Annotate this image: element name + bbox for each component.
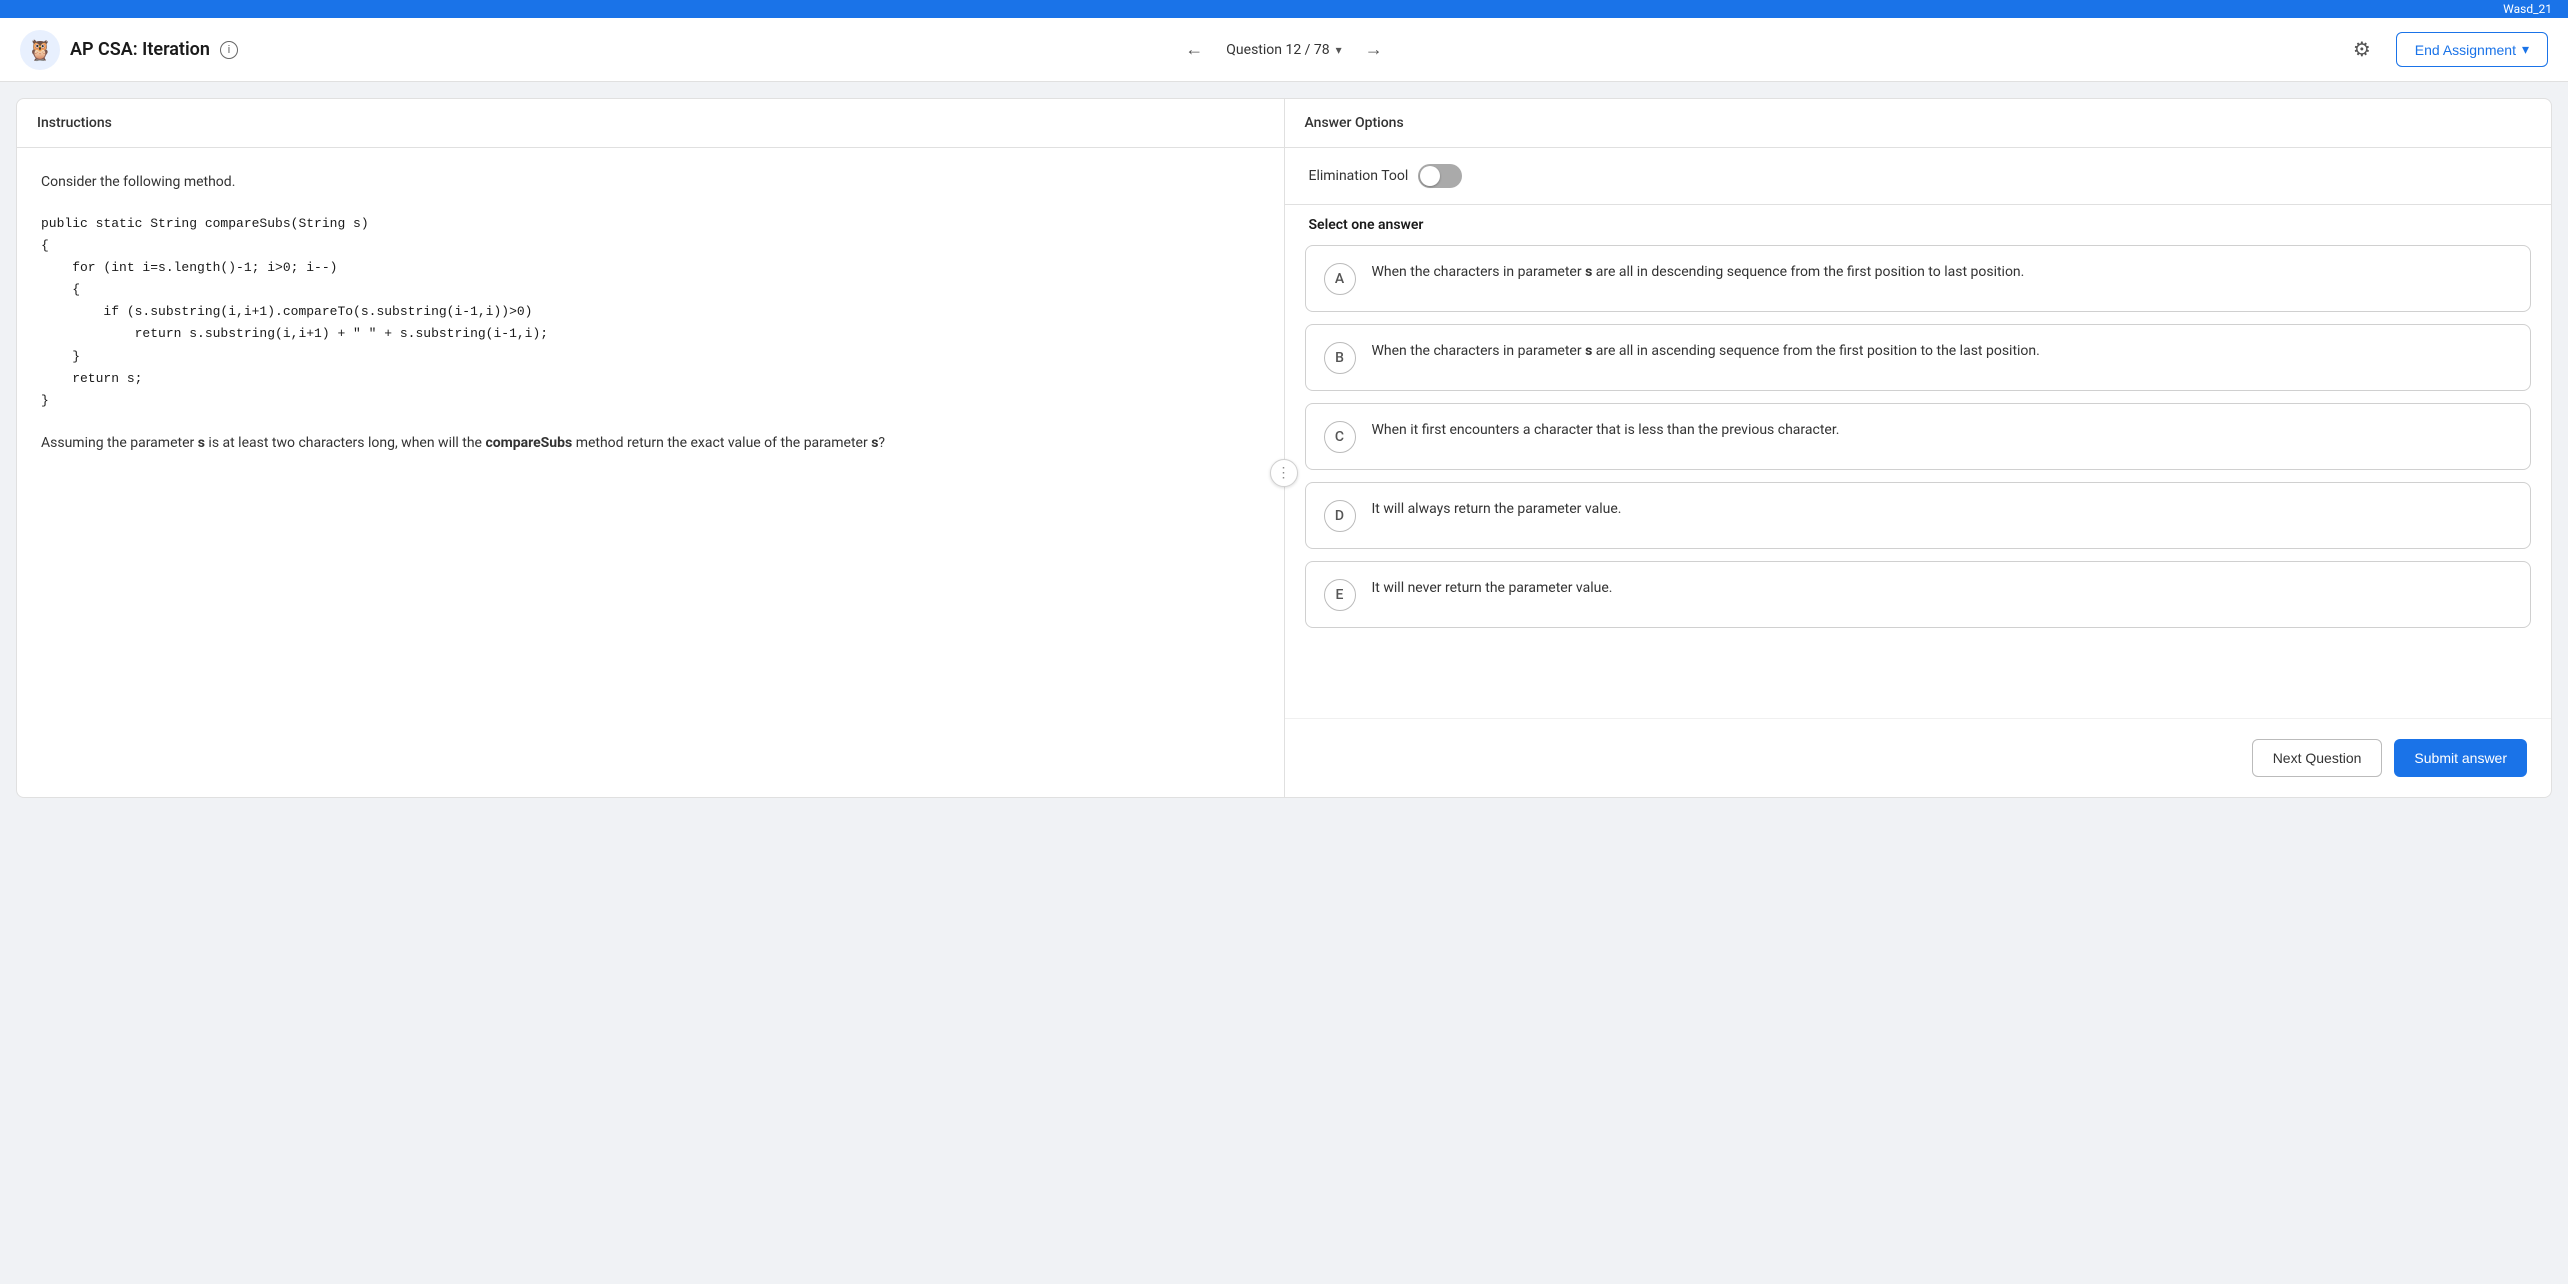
answer-option-b[interactable]: B When the characters in parameter s are… [1305,324,2532,391]
gear-icon: ⚙ [2353,37,2371,62]
answer-letter-a: A [1324,263,1356,295]
header: 🦉 AP CSA: Iteration i ← Question 12 / 78… [0,18,2568,82]
answer-text-d: It will always return the parameter valu… [1372,499,1622,520]
header-left: 🦉 AP CSA: Iteration i [20,30,238,70]
settings-button[interactable]: ⚙ [2344,32,2380,68]
answer-option-e[interactable]: E It will never return the parameter val… [1305,561,2532,628]
answer-text-c: When it first encounters a character tha… [1372,420,1840,441]
main-content: Instructions Consider the following meth… [0,82,2568,814]
page-title: AP CSA: Iteration [70,39,210,60]
end-assignment-button[interactable]: End Assignment ▾ [2396,32,2548,67]
answer-option-c[interactable]: C When it first encounters a character t… [1305,403,2532,470]
left-panel: Instructions Consider the following meth… [17,99,1285,797]
next-question-button[interactable]: → [1358,34,1390,66]
answer-text-e: It will never return the parameter value… [1372,578,1613,599]
answer-option-d[interactable]: D It will always return the parameter va… [1305,482,2532,549]
question-nav[interactable]: Question 12 / 78 ▾ [1226,42,1341,58]
question-text: Assuming the parameter s is at least two… [41,432,1260,454]
username-bar: Wasd_21 [0,0,2568,18]
answer-footer: Next Question Submit answer [1285,718,2552,797]
submit-answer-button[interactable]: Submit answer [2394,739,2527,777]
answer-letter-e: E [1324,579,1356,611]
toggle-thumb [1420,166,1440,186]
logo-avatar: 🦉 [20,30,60,70]
answer-letter-c: C [1324,421,1356,453]
elimination-tool-label: Elimination Tool [1309,168,1409,184]
content-card: Instructions Consider the following meth… [16,98,2552,798]
intro-text: Consider the following method. [41,172,1260,193]
instructions-header: Instructions [17,99,1284,148]
elimination-tool-row: Elimination Tool [1285,148,2552,205]
answer-text-a: When the characters in parameter s are a… [1372,262,2025,283]
answer-option-a[interactable]: A When the characters in parameter s are… [1305,245,2532,312]
answer-letter-d: D [1324,500,1356,532]
answer-letter-b: B [1324,342,1356,374]
info-icon[interactable]: i [220,41,238,59]
answers-list: A When the characters in parameter s are… [1285,245,2552,710]
next-question-button-footer[interactable]: Next Question [2252,739,2383,777]
answer-options-header: Answer Options [1285,99,2552,148]
chevron-down-icon: ▾ [1336,43,1342,57]
answer-text-b: When the characters in parameter s are a… [1372,341,2040,362]
code-block: public static String compareSubs(String … [41,213,1260,412]
username-text: Wasd_21 [2503,2,2552,16]
select-one-label: Select one answer [1285,205,2552,245]
panel-resize-handle[interactable]: ⋮ [1270,459,1298,487]
chevron-down-icon: ▾ [2522,41,2529,58]
prev-question-button[interactable]: ← [1178,34,1210,66]
header-center: ← Question 12 / 78 ▾ → [1178,34,1389,66]
instructions-body: Consider the following method. public st… [17,148,1284,797]
right-panel: Answer Options Elimination Tool Select o… [1285,99,2552,797]
header-right: ⚙ End Assignment ▾ [2344,32,2548,68]
elimination-tool-toggle[interactable] [1418,164,1462,188]
